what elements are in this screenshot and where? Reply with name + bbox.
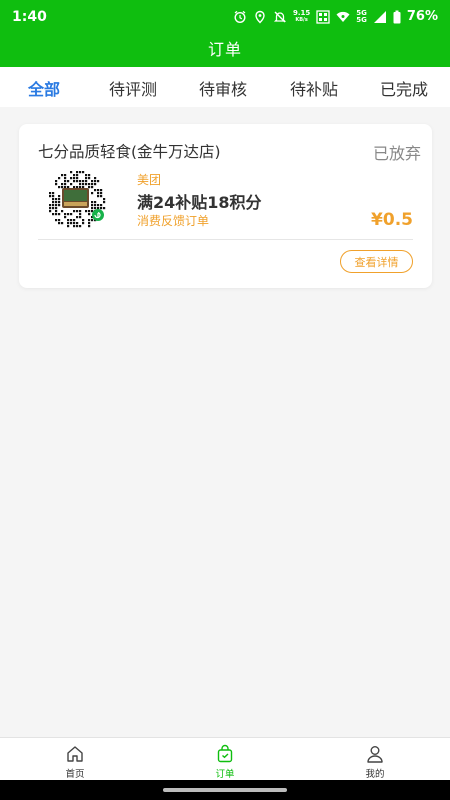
app-header: 1:40 9.15 KB/s 5G 5G 76% 订单 xyxy=(0,0,450,67)
signal-labels: 5G 5G xyxy=(356,8,367,24)
status-icons: 9.15 KB/s 5G 5G 76% xyxy=(233,9,438,24)
location-icon xyxy=(255,10,265,23)
order-filter-tabs: 全部 待评测 待审核 待补贴 已完成 xyxy=(0,67,450,107)
view-details-button[interactable]: 查看详情 xyxy=(340,250,413,273)
qr-app-icon xyxy=(316,9,330,24)
page-title: 订单 xyxy=(207,40,242,59)
home-icon xyxy=(67,746,83,762)
tab-completed[interactable]: 已完成 xyxy=(380,76,428,100)
card-divider xyxy=(38,239,413,240)
tab-pending-subsidy[interactable]: 待补贴 xyxy=(290,76,338,100)
status-time: 1:40 xyxy=(12,8,47,25)
nav-profile[interactable]: 我的 xyxy=(300,738,450,781)
cell-signal-icon xyxy=(373,10,386,23)
wifi-icon xyxy=(336,11,350,22)
order-card[interactable]: 七分品质轻食(金牛万达店) 已放弃 美团 满24补贴18积分 消费反馈订单 ¥0… xyxy=(19,124,432,288)
nav-profile-label: 我的 xyxy=(365,769,385,780)
nav-orders[interactable]: 订单 xyxy=(150,738,300,781)
status-bar: 1:40 9.15 KB/s 5G 5G 76% xyxy=(0,0,450,33)
nav-home[interactable]: 首页 xyxy=(0,738,150,781)
system-nav-bar xyxy=(0,780,450,800)
shop-name: 七分品质轻食(金牛万达店) xyxy=(38,143,221,161)
order-bag-icon xyxy=(217,744,233,763)
tab-pending-audit[interactable]: 待审核 xyxy=(199,76,247,100)
nav-orders-label: 订单 xyxy=(215,769,235,780)
battery-icon xyxy=(393,10,401,23)
user-icon xyxy=(367,746,383,763)
alarm-icon xyxy=(234,10,246,23)
order-status: 已放弃 xyxy=(372,144,421,163)
tab-all[interactable]: 全部 xyxy=(28,76,60,100)
order-type: 消费反馈订单 xyxy=(137,214,210,228)
bottom-nav: 首页 订单 我的 xyxy=(0,737,450,780)
nav-home-label: 首页 xyxy=(65,769,85,780)
notifications-off-icon xyxy=(273,11,287,22)
tab-pending-review[interactable]: 待评测 xyxy=(109,76,157,100)
battery-percent: 76% xyxy=(406,9,438,24)
platform-label: 美团 xyxy=(137,173,162,187)
mini-program-code-icon xyxy=(49,171,106,228)
net-speed: 9.15 KB/s xyxy=(292,9,311,24)
order-price: ¥0.5 xyxy=(371,210,413,230)
reward-title: 满24补贴18积分 xyxy=(137,193,262,212)
home-gesture-handle[interactable] xyxy=(163,788,287,792)
